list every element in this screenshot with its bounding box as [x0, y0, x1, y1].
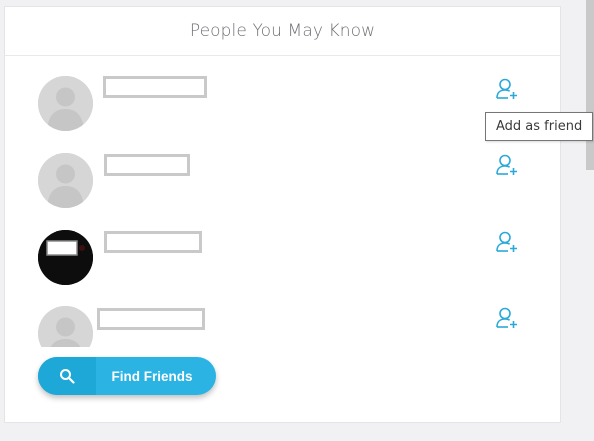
- person-name[interactable]: [103, 76, 207, 98]
- list-item: [5, 283, 560, 347]
- card-header: People You May Know: [5, 7, 560, 56]
- add-friend-icon: [496, 231, 517, 252]
- avatar[interactable]: [38, 306, 93, 347]
- suggestion-list: [5, 55, 560, 347]
- default-avatar-icon: [38, 76, 93, 131]
- list-item: [5, 131, 560, 208]
- person-name[interactable]: [104, 154, 190, 176]
- avatar[interactable]: [38, 230, 93, 285]
- add-friend-button[interactable]: [494, 76, 520, 102]
- list-item: [5, 55, 560, 131]
- avatar[interactable]: [38, 153, 93, 208]
- page-scrollbar[interactable]: [586, 0, 594, 170]
- default-avatar-icon: [38, 153, 93, 208]
- add-friend-button[interactable]: [494, 229, 520, 255]
- add-friend-icon: [496, 154, 517, 175]
- find-friends-icon-area: [38, 357, 96, 395]
- find-friends-button[interactable]: Find Friends: [38, 357, 216, 395]
- person-name[interactable]: [97, 308, 205, 330]
- add-friend-icon: [496, 307, 517, 328]
- default-avatar-icon: [38, 306, 93, 347]
- add-friend-icon: [496, 78, 517, 99]
- find-friends-label: Find Friends: [111, 368, 193, 384]
- list-item: [5, 207, 560, 285]
- card-title: People You May Know: [189, 21, 376, 41]
- photo-avatar-icon: [38, 230, 93, 285]
- search-icon: [60, 369, 75, 384]
- person-name[interactable]: [104, 231, 202, 253]
- add-friend-button[interactable]: [494, 305, 520, 331]
- add-friend-tooltip: Add as friend: [485, 112, 594, 141]
- avatar[interactable]: [38, 76, 93, 131]
- add-friend-button[interactable]: [494, 152, 520, 178]
